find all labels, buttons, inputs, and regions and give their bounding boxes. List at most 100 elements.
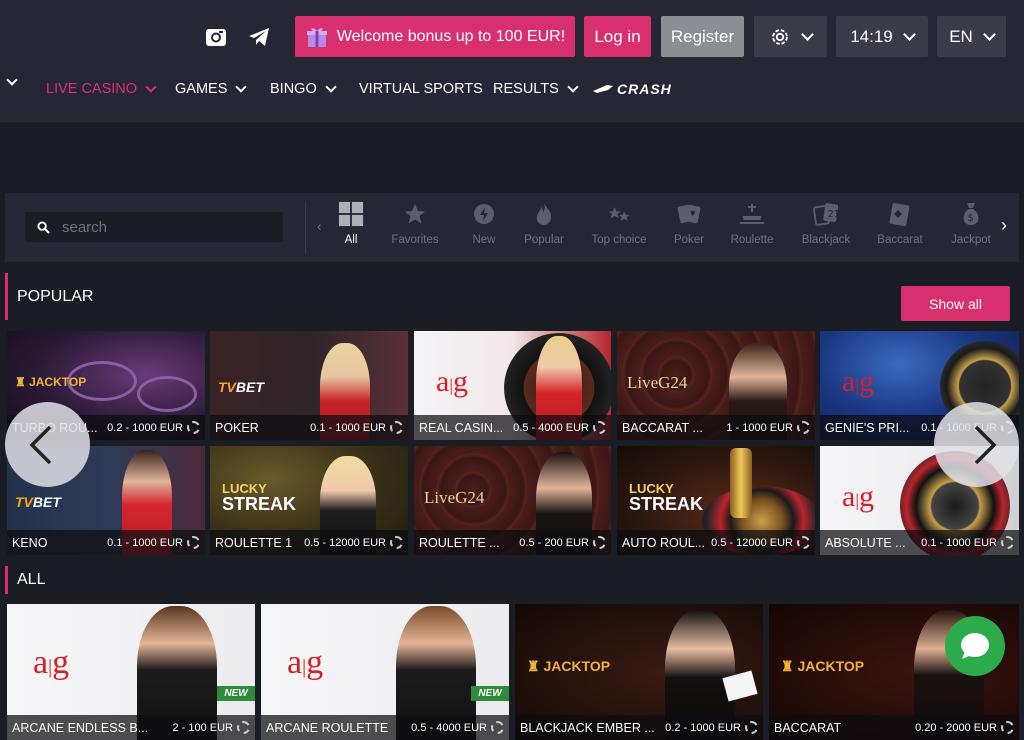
logo-text: JACKTOP [543, 658, 611, 674]
svg-text:21: 21 [828, 209, 839, 220]
baccarat-cards-icon [887, 201, 913, 227]
new-badge: NEW [217, 686, 255, 701]
game-name: BACCARAT [774, 720, 842, 735]
show-all-button[interactable]: Show all [901, 286, 1010, 321]
chip-icon [593, 536, 606, 549]
login-button[interactable]: Log in [584, 16, 651, 57]
logo-text: TV [218, 379, 236, 395]
nav-crash[interactable]: CRASH [593, 81, 672, 97]
category-label: Roulette [730, 234, 774, 246]
provider-logo: a|g [842, 365, 874, 398]
nav-games[interactable]: GAMES [175, 80, 248, 97]
game-card[interactable]: a|g REAL CASIN... 0.5 - 4000 EUR [414, 331, 611, 440]
chevron-down-icon [145, 80, 157, 93]
svg-text:$: $ [968, 213, 974, 224]
provider-logo: a|g [436, 365, 468, 398]
bet-range: 0.5 - 4000 EUR [411, 721, 487, 734]
settings-dropdown[interactable] [754, 16, 827, 57]
logo-text: a [287, 644, 303, 681]
category-top-choice[interactable]: Top choice [584, 201, 654, 246]
bet-range: 0.2 - 1000 EUR [107, 421, 183, 434]
game-card[interactable]: ♜ JACKTOP BLACKJACK EMBER ... 0.2 - 1000 … [515, 604, 763, 740]
chip-icon [237, 721, 250, 734]
game-card[interactable]: a|g NEW ARCANE ENDLESS B... 2 - 100 EUR [7, 604, 255, 740]
search-box[interactable] [25, 212, 283, 242]
chevron-down-icon [235, 80, 248, 93]
time-dropdown[interactable]: 14:19 [836, 16, 928, 57]
search-input[interactable] [62, 218, 262, 236]
category-favorites[interactable]: Favorites [380, 201, 450, 246]
provider-logo: LUCKY STREAK [222, 482, 296, 513]
divider [305, 201, 306, 254]
live-chat-button[interactable] [945, 616, 1005, 676]
slider-next-button[interactable] [934, 402, 1019, 487]
game-name: AUTO ROUL... [622, 535, 706, 550]
game-card[interactable]: LiveG24 BACCARAT ... 1 - 1000 EUR [617, 331, 815, 440]
game-card[interactable]: TVBET POKER 0.1 - 1000 EUR [210, 331, 408, 440]
register-button[interactable]: Register [661, 16, 744, 57]
category-baccarat[interactable]: Baccarat [865, 201, 935, 246]
bet-range: 0.1 - 1000 EUR [310, 421, 386, 434]
new-badge: NEW [471, 686, 509, 701]
logo-text: g [52, 644, 70, 681]
game-caption: POKER 0.1 - 1000 EUR [210, 415, 408, 440]
chevron-down-icon [982, 27, 996, 41]
chevron-down-icon [902, 27, 916, 41]
gear-icon [772, 28, 788, 45]
bet-range: 0.1 - 1000 EUR [107, 536, 183, 549]
fire-icon [531, 201, 557, 227]
nav-more-dropdown[interactable] [6, 74, 18, 86]
game-caption: BLACKJACK EMBER ... 0.2 - 1000 EUR [515, 715, 763, 740]
provider-logo: LUCKY STREAK [629, 482, 703, 513]
stars-icon [606, 201, 632, 227]
category-poker[interactable]: Poker [654, 201, 724, 246]
welcome-bonus-button[interactable]: Welcome bonus up to 100 EUR! [295, 16, 575, 57]
chip-icon [797, 421, 810, 434]
search-icon [37, 220, 50, 234]
nav-results[interactable]: RESULTS [493, 80, 579, 97]
section-accent [5, 566, 8, 594]
category-label: All [344, 234, 358, 246]
game-card[interactable]: LUCKY STREAK ROULETTE 1 0.5 - 12000 EUR [210, 446, 408, 555]
category-label: Poker [673, 234, 705, 246]
logo-text: BET [32, 494, 61, 510]
category-blackjack[interactable]: 21 Blackjack [791, 201, 861, 246]
grid-icon [338, 201, 364, 227]
chip-icon [390, 536, 403, 549]
chevron-left-icon [29, 425, 51, 464]
category-roulette[interactable]: Roulette [717, 201, 787, 246]
logo-text: g [306, 644, 324, 681]
badge-icon [471, 201, 497, 227]
game-card[interactable]: LiveG24 ROULETTE ... 0.5 - 200 EUR [414, 446, 611, 555]
game-name: ARCANE ROULETTE [266, 720, 389, 735]
nav-label: CRASH [617, 81, 672, 97]
chip-icon [797, 536, 810, 549]
roulette-spindle [730, 448, 752, 518]
language-dropdown[interactable]: EN [937, 16, 1006, 57]
slider-prev-button[interactable] [5, 402, 90, 487]
money-bag-icon: $ [958, 201, 984, 227]
nav-virtual-sports[interactable]: VIRTUAL SPORTS [359, 81, 483, 97]
category-all[interactable]: All [316, 201, 386, 246]
game-card[interactable]: a|g NEW ARCANE ROULETTE 0.5 - 4000 EUR [261, 604, 509, 740]
provider-logo: LiveG24 [627, 373, 688, 392]
game-name: GENIE'S PRI... [825, 420, 910, 435]
instagram-icon[interactable] [199, 20, 233, 54]
category-jackpot[interactable]: $ Jackpot [936, 201, 1006, 246]
nav-label: GAMES [175, 81, 228, 97]
game-caption: ROULETTE 1 0.5 - 12000 EUR [210, 530, 408, 555]
nav-live-casino[interactable]: LIVE CASINO [46, 80, 157, 97]
categories-next-arrow[interactable]: › [1001, 215, 1007, 236]
chevron-down-icon [6, 74, 18, 86]
nav-label: VIRTUAL SPORTS [359, 81, 483, 97]
logo-text: g [452, 365, 468, 398]
roulette-icon [739, 201, 765, 227]
game-card[interactable]: LUCKY STREAK AUTO ROUL... 0.5 - 12000 EUR [617, 446, 815, 555]
logo-text: a [436, 365, 450, 398]
game-caption: BACCARAT 0.20 - 2000 EUR [769, 715, 1019, 740]
provider-logo: a|g [287, 644, 324, 681]
category-popular[interactable]: Popular [509, 201, 579, 246]
nav-bingo[interactable]: BINGO [270, 80, 337, 97]
telegram-icon[interactable] [242, 20, 276, 54]
bet-range: 0.20 - 2000 EUR [915, 721, 997, 734]
